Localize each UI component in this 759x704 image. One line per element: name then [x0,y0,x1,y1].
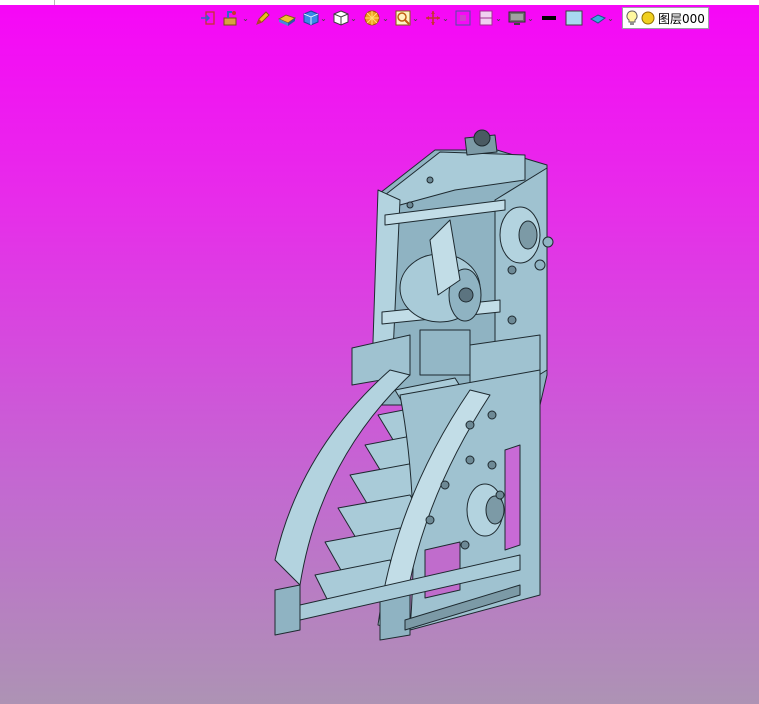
material-button[interactable] [276,7,298,29]
cube-icon [333,10,349,26]
display-mode-button[interactable]: ⌄ [506,7,535,29]
render-icon [364,10,380,26]
render-button[interactable]: ⌄ [361,7,390,29]
chevron-down-icon[interactable]: ⌄ [382,7,389,29]
solid-view-icon [303,10,319,26]
exit-sketch-icon [201,11,215,25]
chevron-down-icon[interactable]: ⌄ [350,7,357,29]
layer-shape-icon [589,14,607,24]
chevron-down-icon[interactable]: ⌄ [495,7,502,29]
chevron-down-icon[interactable]: ⌄ [527,7,534,29]
section-view-icon [479,10,493,26]
view-toolbar: ⌄ ⌄ ⌄ ⌄ ⌄ ⌄ ⌄ ⌄ ⌄ 图层000 [198,6,759,30]
zoom-window-button[interactable]: ⌄ [393,7,420,29]
3d-viewport[interactable] [0,30,759,704]
cube-button[interactable]: ⌄ [331,7,358,29]
layer-shape-button[interactable]: ⌄ [588,7,615,29]
move-button[interactable]: ⌄ [423,7,450,29]
fill-color-button[interactable] [563,7,585,29]
layer-name: 图层000 [658,11,705,26]
zoom-window-icon [395,10,411,26]
pencil-icon [256,11,270,25]
pencil-button[interactable] [253,7,273,29]
display-mode-icon [508,11,526,25]
sun-icon[interactable] [641,11,655,25]
strip-divider [54,0,55,5]
sketch-tools-icon [223,11,237,26]
chevron-down-icon[interactable]: ⌄ [442,7,449,29]
fit-view-icon [455,10,471,26]
line-color-button[interactable] [538,7,560,29]
sketch-tools-button[interactable]: ⌄ [221,7,250,29]
material-icon [277,14,297,26]
lightbulb-icon[interactable] [626,10,638,26]
solid-view-button[interactable]: ⌄ [301,7,328,29]
chevron-down-icon[interactable]: ⌄ [320,7,327,29]
fill-color-icon [565,10,583,26]
section-view-button[interactable]: ⌄ [476,7,503,29]
chevron-down-icon[interactable]: ⌄ [242,7,249,29]
title-strip [0,0,759,5]
chevron-down-icon[interactable]: ⌄ [607,7,614,29]
layer-selector[interactable]: 图层000 [622,7,709,29]
exit-sketch-button[interactable] [198,7,218,29]
move-icon [426,11,440,25]
chevron-down-icon[interactable]: ⌄ [412,7,419,29]
cad-assembly-model [274,129,554,641]
line-color-icon [542,16,556,20]
fit-view-button[interactable] [453,7,473,29]
